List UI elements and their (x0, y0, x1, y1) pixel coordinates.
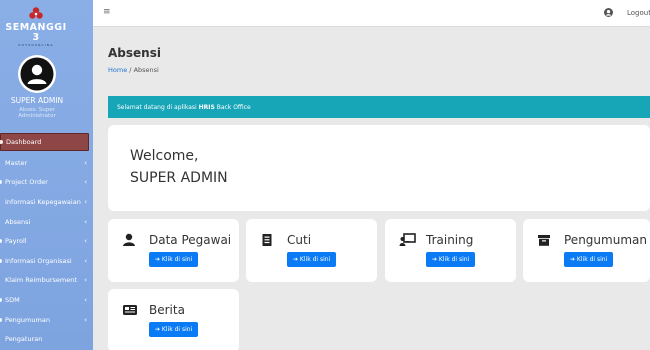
sidebar-item-label: Pengumuman (5, 315, 50, 324)
card-berita: Berita ➔ Klik di sini (108, 289, 239, 350)
presentation-icon (399, 233, 416, 246)
alert-suffix: Back Office (214, 103, 251, 111)
card-title: Cuti (287, 233, 312, 247)
chevron-left-icon: ‹ (84, 217, 87, 226)
brand-name: SEMANGGI 3 (5, 22, 67, 43)
sidebar-item-absensi[interactable]: Absensi ‹ (0, 212, 93, 232)
chevron-left-icon: ‹ (84, 197, 87, 206)
alert-prefix: Selamat datang di aplikasi (117, 103, 199, 111)
welcome-greeting: Welcome, (130, 148, 199, 164)
user-name: SUPER ADMIN (10, 96, 64, 105)
card-title: Pengumuman (564, 233, 647, 247)
sidebar-item-label: Informasi Kepegawaian (5, 197, 81, 206)
card-training: Training ➔ Klik di sini (385, 219, 516, 282)
sidebar-item-dashboard[interactable]: Dashboard (0, 133, 89, 151)
welcome-card: Welcome, SUPER ADMIN (108, 125, 650, 211)
brand-tagline: OUTSOURCING (18, 43, 54, 47)
sidebar: SEMANGGI 3 OUTSOURCING SUPER ADMIN Akses… (0, 0, 93, 350)
page-title: Absensi (108, 46, 161, 60)
chevron-left-icon: ‹ (84, 295, 87, 304)
sidebar-item-informasi-organisasi[interactable]: Informasi Organisasi ‹ (0, 251, 93, 271)
sidebar-item-label: Project Order (5, 178, 48, 187)
breadcrumb-separator: / (129, 66, 132, 74)
card-cuti: Cuti ➔ Klik di sini (246, 219, 377, 282)
breadcrumb-home-link[interactable]: Home (108, 66, 127, 74)
chevron-left-icon: ‹ (84, 276, 87, 285)
bullet-icon (0, 297, 2, 302)
sidebar-item-label: Klaim Reimbursement (5, 276, 77, 285)
hamburger-menu-icon[interactable]: ≡ (103, 7, 111, 17)
sidebar-item-informasi-kepegawaian[interactable]: Informasi Kepegawaian ‹ (0, 192, 93, 212)
brand-logo[interactable]: SEMANGGI 3 OUTSOURCING (0, 6, 72, 47)
logout-link[interactable]: Logout (627, 9, 650, 17)
chevron-left-icon: ‹ (84, 315, 87, 324)
bullet-icon (0, 258, 2, 263)
sidebar-item-label: Dashboard (6, 138, 42, 146)
sidebar-item-project-order[interactable]: Project Order ‹ (0, 173, 93, 193)
bullet-icon (0, 180, 2, 185)
sidebar-item-label: Absensi (5, 217, 31, 226)
avatar-icon (18, 55, 56, 93)
card-pengumuman: Pengumuman ➔ Klik di sini (523, 219, 650, 282)
sidebar-item-label: SDM (5, 295, 20, 304)
document-icon (262, 234, 272, 246)
sidebar-item-sdm[interactable]: SDM ‹ (0, 290, 93, 310)
card-data-pegawai: Data Pegawai ➔ Klik di sini (108, 219, 239, 282)
bullet-icon (0, 239, 2, 244)
chevron-left-icon: ‹ (84, 178, 87, 187)
user-circle-icon[interactable] (604, 8, 613, 17)
card-title: Berita (149, 303, 185, 317)
sidebar-item-label: Master (5, 158, 28, 167)
clover-logo-icon (29, 7, 43, 19)
sidebar-item-label: Pengaturan (5, 335, 43, 344)
bullet-icon (0, 140, 3, 144)
sidebar-item-payroll[interactable]: Payroll ‹ (0, 231, 93, 251)
chevron-left-icon: ‹ (84, 158, 87, 167)
alert-bold: HRIS (198, 103, 215, 111)
klik-di-sini-button[interactable]: ➔ Klik di sini (149, 322, 199, 337)
sidebar-item-klaim-reimbursement[interactable]: Klaim Reimbursement ‹ (0, 271, 93, 291)
sidebar-item-pengaturan[interactable]: Pengaturan (0, 329, 93, 349)
card-title: Data Pegawai (149, 233, 232, 247)
klik-di-sini-button[interactable]: ➔ Klik di sini (149, 252, 199, 267)
welcome-alert: Selamat datang di aplikasi HRIS Back Off… (108, 96, 650, 118)
sidebar-item-pengumuman[interactable]: Pengumuman ‹ (0, 310, 93, 330)
sidebar-item-label: Payroll (5, 237, 27, 246)
breadcrumb-current: Absensi (133, 66, 159, 74)
topbar: ≡ Logout (93, 0, 650, 27)
bullet-icon (0, 317, 2, 322)
card-title: Training (426, 233, 474, 247)
chevron-left-icon: ‹ (84, 256, 87, 265)
user-icon (123, 233, 135, 246)
newspaper-icon (123, 305, 137, 315)
user-role: Akses: Super Administrator (18, 107, 56, 119)
breadcrumb: Home / Absensi (108, 66, 159, 74)
sidebar-item-master[interactable]: Master ‹ (0, 153, 93, 173)
archive-box-icon (538, 235, 550, 246)
welcome-username: SUPER ADMIN (130, 170, 228, 186)
klik-di-sini-button[interactable]: ➔ Klik di sini (426, 252, 476, 267)
sidebar-item-label: Informasi Organisasi (5, 256, 72, 265)
chevron-left-icon: ‹ (84, 237, 87, 246)
klik-di-sini-button[interactable]: ➔ Klik di sini (287, 252, 337, 267)
sidebar-menu: Dashboard Master ‹ Project Order ‹ Infor… (0, 133, 93, 349)
klik-di-sini-button[interactable]: ➔ Klik di sini (564, 252, 614, 267)
